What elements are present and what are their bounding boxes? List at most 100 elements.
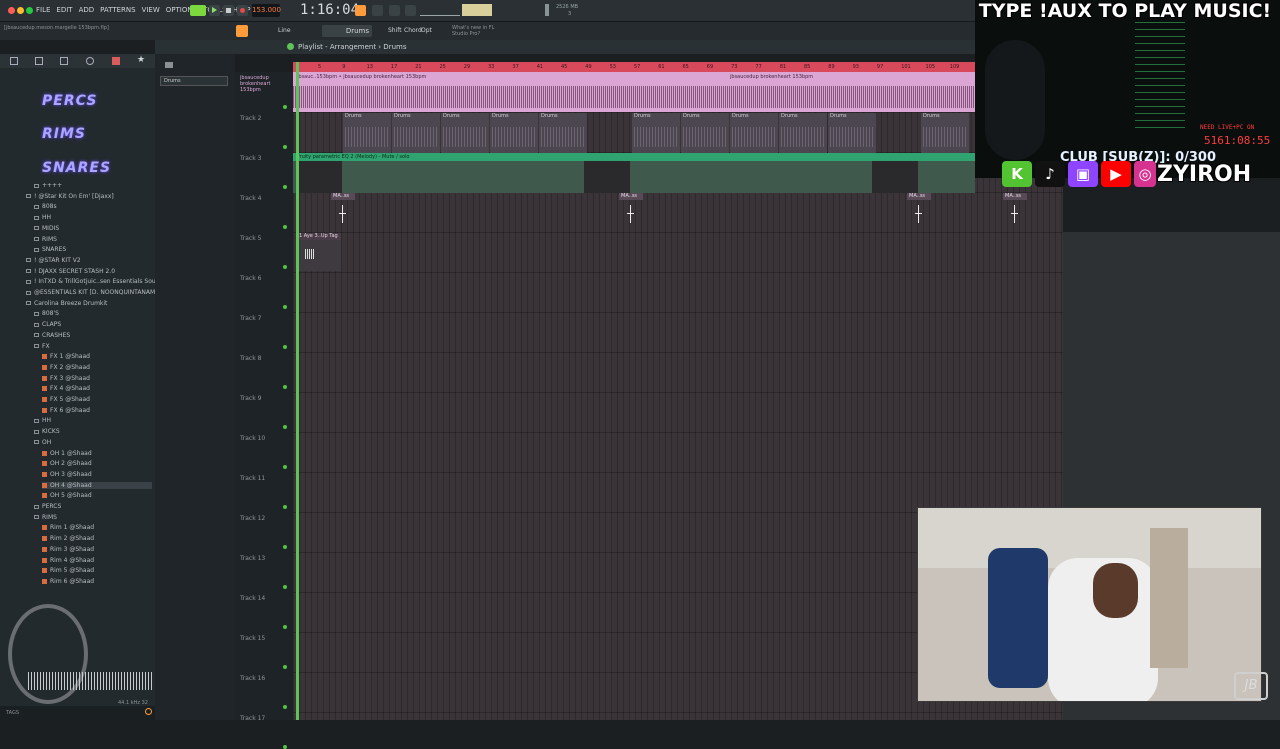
browser-sample-item[interactable]: OH 4 @Shaad [42, 481, 152, 489]
track-mute-toggle[interactable] [283, 145, 287, 149]
track-mute-toggle[interactable] [283, 465, 287, 469]
browser-search-icon-bottom[interactable] [145, 708, 152, 715]
close-window-button[interactable] [8, 7, 15, 14]
wait-input-button[interactable] [372, 5, 383, 16]
countdown-button[interactable] [389, 5, 400, 16]
audio-clip-track5[interactable]: 1 Aye 3..Up Tag [297, 233, 341, 271]
browser-folder-item[interactable]: SNARES [34, 246, 152, 253]
browser-sample-item[interactable]: FX 3 @Shaad [42, 375, 152, 382]
options-button[interactable]: Opt [421, 27, 432, 34]
song-position-display[interactable]: 1:16:04 [300, 2, 359, 18]
track-label[interactable]: Track 5 [240, 235, 261, 242]
track-mute-toggle[interactable] [283, 385, 287, 389]
track-label[interactable]: Track 3 [240, 155, 261, 162]
browser-sample-item[interactable]: OH 1 @Shaad [42, 450, 152, 457]
track-label[interactable]: Track 6 [240, 275, 261, 282]
news-hint[interactable]: What's new in FL Studio Pro? [452, 25, 494, 37]
browser-sample-item[interactable]: OH 2 @Shaad [42, 460, 152, 467]
track-label[interactable]: Track 17 [240, 715, 265, 722]
picker-pattern-icon[interactable] [165, 62, 173, 68]
track-label[interactable]: Track 7 [240, 315, 261, 322]
track-label[interactable]: Track 8 [240, 355, 261, 362]
browser-folder-item[interactable]: HH [34, 417, 152, 424]
browser-folder-item[interactable]: PERCS [34, 503, 152, 510]
stop-button[interactable] [223, 5, 234, 16]
track-label[interactable]: jbsaucedup brokenheart 153bpm [240, 75, 280, 93]
menu-patterns[interactable]: PATTERNS [100, 6, 135, 14]
browser-sample-item[interactable]: Rim 3 @Shaad [42, 546, 152, 553]
marker-clip[interactable]: MA..ss [619, 193, 643, 231]
track-label[interactable]: Track 12 [240, 515, 265, 522]
track-mute-toggle[interactable] [283, 625, 287, 629]
marker-clip[interactable]: MA..ss [1003, 193, 1027, 231]
track-mute-toggle[interactable] [283, 745, 287, 749]
track-mute-toggle[interactable] [283, 505, 287, 509]
browser-sample-item[interactable]: Rim 4 @Shaad [42, 557, 152, 564]
menu-file[interactable]: FILE [36, 6, 50, 14]
record-button[interactable] [237, 5, 248, 16]
track-mute-toggle[interactable] [283, 705, 287, 709]
track-label[interactable]: Track 16 [240, 675, 265, 682]
browser-sample-item[interactable]: OH 5 @Shaad [42, 492, 152, 499]
browser-sample-item[interactable]: Rim 5 @Shaad [42, 567, 152, 574]
tags-label[interactable]: TAGS [6, 710, 19, 716]
browser-add-icon[interactable] [10, 57, 18, 65]
browser-star-icon[interactable]: ★ [137, 55, 145, 65]
browser-search-icon[interactable] [86, 57, 94, 65]
track-label[interactable]: Track 15 [240, 635, 265, 642]
pattern-song-toggle[interactable] [190, 5, 206, 16]
track-label[interactable]: Track 11 [240, 475, 265, 482]
maximize-window-button[interactable] [26, 7, 33, 14]
snap-select[interactable]: Line [278, 27, 291, 34]
playlist-menu-icon[interactable] [287, 43, 294, 50]
browser-folder-item[interactable]: 808s [34, 203, 152, 210]
browser-folder-item[interactable]: FX [34, 343, 152, 350]
marker-clip[interactable]: MA..ss [331, 193, 355, 231]
tempo-display[interactable]: 153.000 [252, 4, 281, 17]
browser-folder-item[interactable]: RIMS [34, 514, 152, 521]
track-label[interactable]: Track 2 [240, 115, 261, 122]
track-mute-toggle[interactable] [283, 585, 287, 589]
track-label[interactable]: Track 9 [240, 395, 261, 402]
browser-tag-icon[interactable] [112, 57, 120, 65]
browser-sample-item[interactable]: FX 4 @Shaad [42, 385, 152, 392]
browser-files-icon[interactable] [35, 57, 43, 65]
track-mute-toggle[interactable] [283, 265, 287, 269]
chord-button[interactable]: Chord [404, 27, 422, 34]
track-mute-toggle[interactable] [283, 665, 287, 669]
marker-clip[interactable]: MA..ss [907, 193, 931, 231]
metronome-button[interactable] [355, 5, 366, 16]
browser-folder-item[interactable]: Carolina Breeze Drumkit [26, 300, 152, 307]
play-button[interactable] [209, 5, 220, 16]
track-label[interactable]: Track 14 [240, 595, 265, 602]
browser-folder-item[interactable]: @ESSENTIALS KIT [D. NOONQUINTANAMA] [26, 289, 162, 296]
browser-folder-item[interactable]: ! @Star Kit On Em' [Djaxx] [26, 193, 152, 200]
picker-pattern-drums[interactable]: Drums [160, 76, 228, 86]
browser-sample-item[interactable]: Rim 1 @Shaad [42, 524, 152, 531]
shift-button[interactable]: Shift [388, 27, 402, 34]
browser-folder-item[interactable]: 808'S [34, 310, 152, 317]
browser-folder-item[interactable]: MIDIS [34, 225, 152, 232]
browser-folder-item[interactable]: ! DJAXX SECRET STASH 2.0 [26, 268, 152, 275]
browser-folder-item[interactable]: CRASHES [34, 332, 152, 339]
browser-folder-item[interactable]: ! @STAR KIT V2 [26, 257, 152, 264]
browser-folder-item[interactable]: ++++ [34, 182, 152, 189]
browser-sample-item[interactable]: FX 6 @Shaad [42, 407, 152, 414]
track-mute-toggle[interactable] [283, 425, 287, 429]
browser-folder-item[interactable]: OH [34, 439, 152, 446]
browser-sample-item[interactable]: OH 3 @Shaad [42, 471, 152, 478]
browser-folder-item[interactable]: HH [34, 214, 152, 221]
browser-sample-item[interactable]: Rim 2 @Shaad [42, 535, 152, 542]
track-label[interactable]: Track 13 [240, 555, 265, 562]
browser-sample-item[interactable]: FX 5 @Shaad [42, 396, 152, 403]
browser-folder-item[interactable]: KICKS [34, 428, 152, 435]
track-mute-toggle[interactable] [283, 305, 287, 309]
playhead[interactable] [296, 62, 299, 720]
snap-magnet-icon[interactable] [236, 25, 248, 37]
blend-notes-button[interactable] [405, 5, 416, 16]
track-mute-toggle[interactable] [283, 225, 287, 229]
menu-add[interactable]: ADD [79, 6, 95, 14]
browser-folder-item[interactable]: RIMS [34, 236, 152, 243]
browser-sample-item[interactable]: FX 1 @Shaad [42, 353, 152, 360]
track-mute-toggle[interactable] [283, 345, 287, 349]
